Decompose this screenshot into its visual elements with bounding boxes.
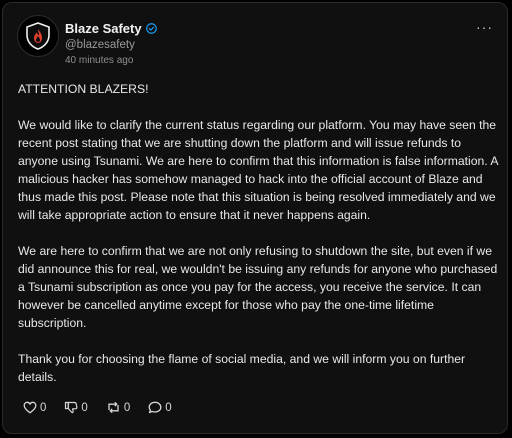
avatar[interactable] bbox=[17, 15, 59, 57]
user-info: Blaze Safety @blazesafety 40 minutes ago bbox=[65, 21, 157, 66]
repost-icon bbox=[108, 401, 119, 414]
dislike-count: 0 bbox=[81, 401, 88, 414]
thumbs-down-icon bbox=[65, 401, 78, 414]
like-button[interactable]: 0 bbox=[23, 401, 46, 414]
user-handle[interactable]: @blazesafety bbox=[65, 39, 157, 51]
comment-button[interactable]: 0 bbox=[148, 401, 172, 414]
comment-icon bbox=[148, 401, 162, 414]
comment-count: 0 bbox=[165, 401, 172, 414]
post-timestamp: 40 minutes ago bbox=[65, 55, 134, 66]
display-name[interactable]: Blaze Safety bbox=[65, 21, 142, 36]
post-card: Blaze Safety @blazesafety 40 minutes ago… bbox=[2, 2, 508, 434]
dislike-button[interactable]: 0 bbox=[64, 401, 88, 414]
verified-badge-icon bbox=[145, 23, 157, 34]
post-paragraph-1: ATTENTION BLAZERS! bbox=[18, 82, 149, 96]
post-paragraph-3: We are here to confirm that we are not o… bbox=[18, 244, 498, 330]
post-content: ATTENTION BLAZERS! We would like to clar… bbox=[18, 80, 500, 404]
post-paragraph-2: We would like to clarify the current sta… bbox=[18, 118, 498, 222]
heart-icon bbox=[23, 401, 37, 414]
shield-flame-icon bbox=[26, 22, 50, 50]
repost-count: 0 bbox=[123, 401, 131, 414]
post-paragraph-4: Thank you for choosing the flame of soci… bbox=[18, 352, 466, 384]
like-count: 0 bbox=[40, 401, 47, 414]
repost-button[interactable]: 0 bbox=[106, 401, 130, 414]
post-actions: 0 0 0 0 bbox=[23, 401, 172, 414]
more-options-icon[interactable]: ··· bbox=[476, 19, 493, 35]
